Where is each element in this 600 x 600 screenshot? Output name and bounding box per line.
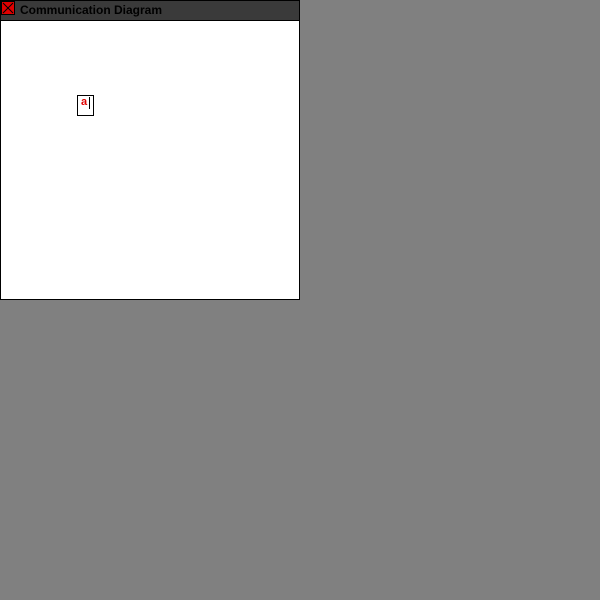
diagram-canvas[interactable]: a	[1, 21, 299, 299]
node-label-editor[interactable]: a	[81, 96, 87, 109]
communication-diagram-window: Communication Diagram a	[0, 0, 300, 300]
window-title: Communication Diagram	[20, 3, 163, 17]
diagram-node[interactable]: a	[77, 95, 94, 116]
close-x-icon	[2, 2, 14, 14]
text-cursor	[89, 97, 90, 109]
window-titlebar[interactable]: Communication Diagram	[1, 1, 299, 21]
close-button[interactable]	[1, 1, 15, 15]
